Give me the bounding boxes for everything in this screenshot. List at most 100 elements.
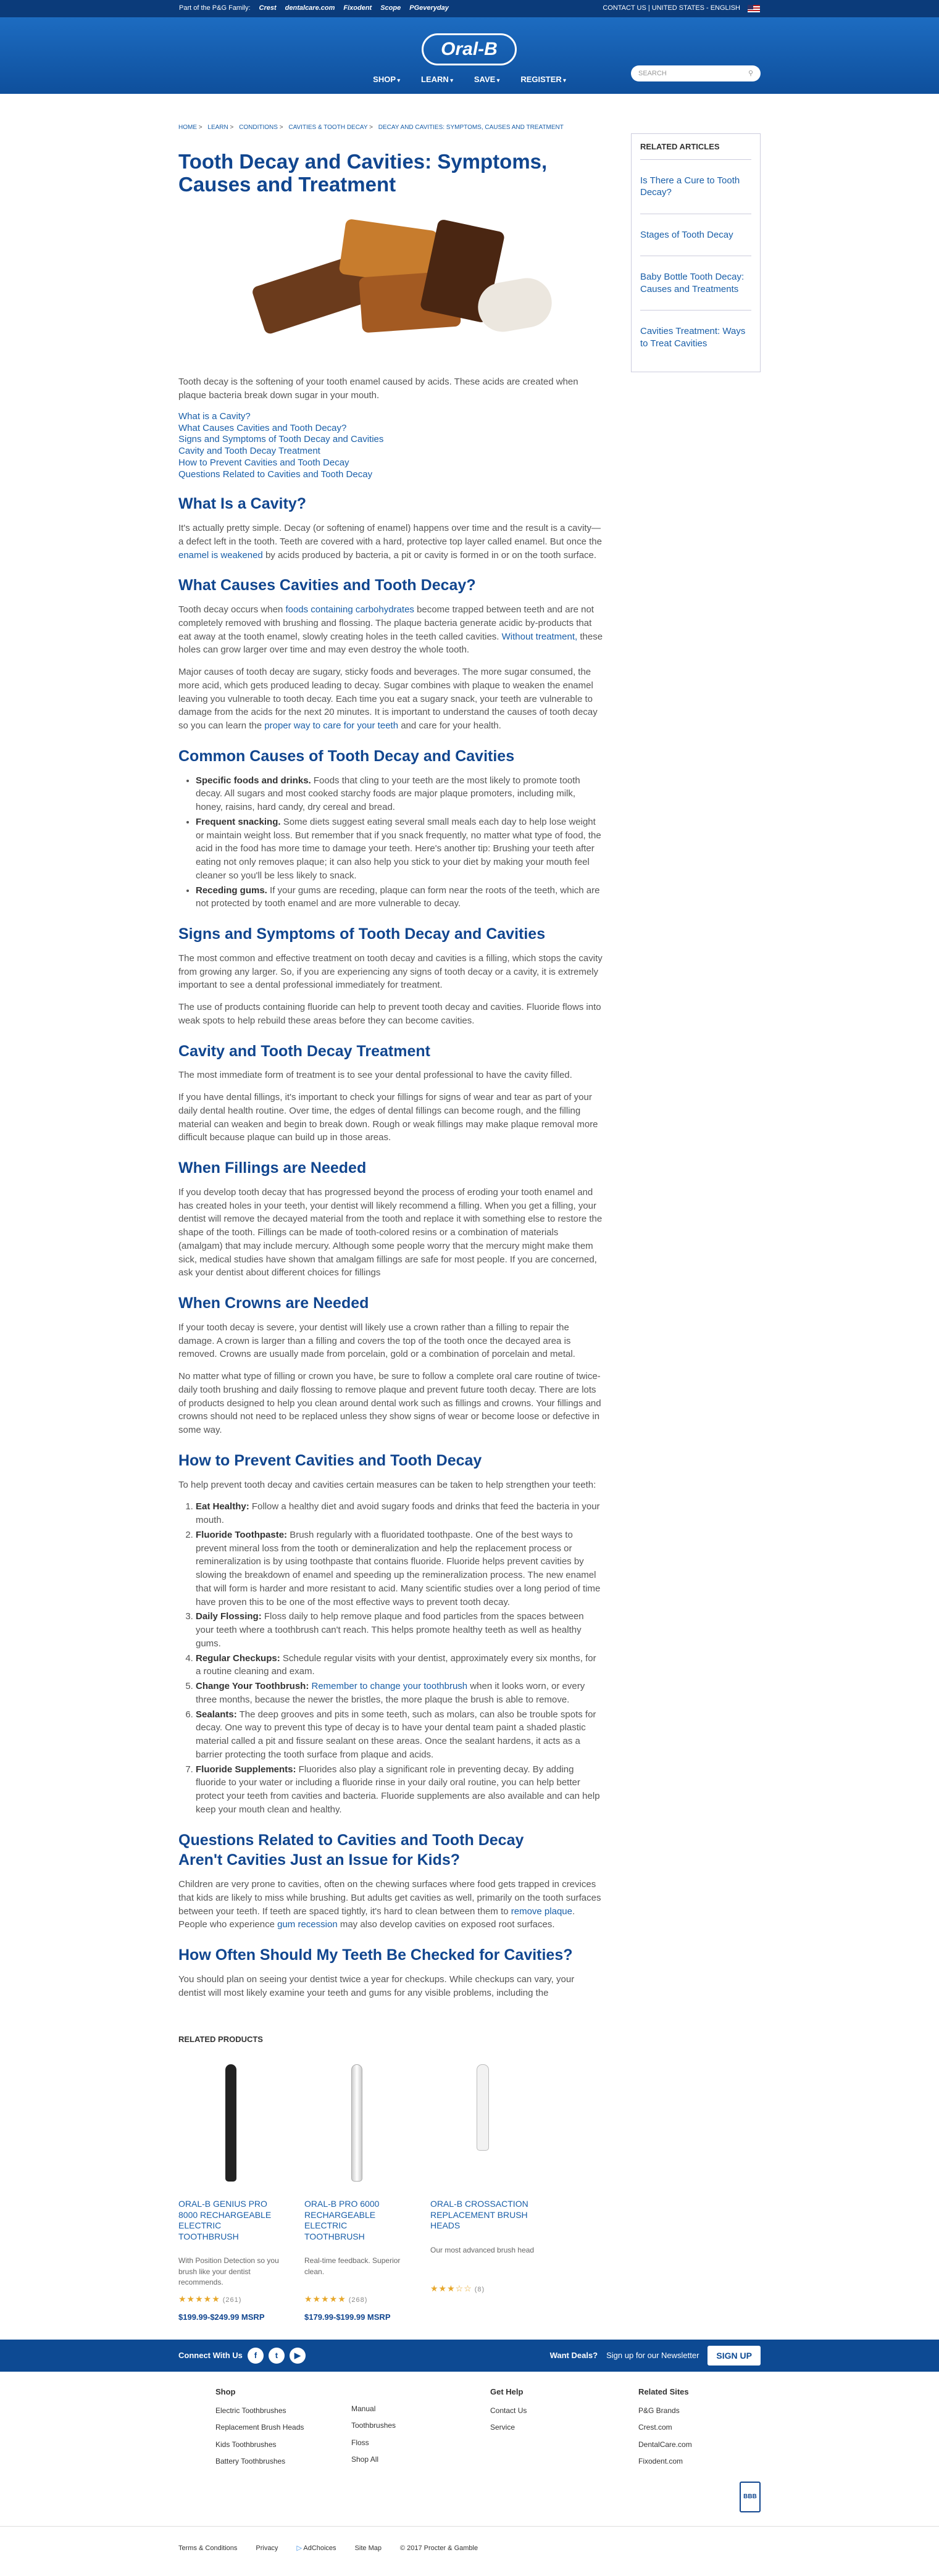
related-article-link[interactable]: Is There a Cure to Tooth Decay? — [640, 160, 751, 214]
article: HOME > LEARN > CONDITIONS > CAVITIES & T… — [178, 94, 604, 2340]
toc-link[interactable]: What is a Cavity? — [178, 411, 604, 423]
product-card[interactable]: ORAL-B CROSSACTION REPLACEMENT BRUSH HEA… — [430, 2058, 535, 2324]
breadcrumb-conditions[interactable]: CONDITIONS — [239, 124, 278, 131]
rating-stars: ★★★★★ (261) — [178, 2294, 242, 2304]
list-item: Specific foods and drinks. Foods that cl… — [196, 774, 604, 814]
brand-link[interactable]: Fixodent — [343, 4, 372, 14]
footer-link[interactable]: Replacement Brush Heads — [215, 2422, 351, 2433]
related-products-title: RELATED PRODUCTS — [178, 2035, 263, 2045]
nav-learn[interactable]: LEARN — [421, 74, 453, 86]
toc-link[interactable]: How to Prevent Cavities and Tooth Decay — [178, 457, 604, 469]
breadcrumb-cavities[interactable]: CAVITIES & TOOTH DECAY — [288, 124, 367, 131]
footer-link[interactable]: Fixodent.com — [638, 2456, 692, 2467]
adchoices-link[interactable]: ▷ AdChoices — [296, 2544, 336, 2554]
footer-link[interactable]: Service — [490, 2422, 638, 2433]
section-heading: When Fillings are Needed — [178, 1159, 367, 1177]
facebook-icon[interactable]: f — [247, 2348, 264, 2364]
nav-save[interactable]: SAVE — [474, 74, 499, 86]
section-heading: When Crowns are Needed — [178, 1294, 369, 1312]
toc-link[interactable]: What Causes Cavities and Tooth Decay? — [178, 423, 604, 435]
deals-label: Want Deals? — [549, 2350, 598, 2360]
footer-link[interactable]: P&G Brands — [638, 2406, 692, 2416]
connect-label: Connect With Us — [178, 2350, 243, 2360]
inline-link[interactable]: gum recession — [277, 1919, 338, 1930]
twitter-icon[interactable]: t — [268, 2348, 285, 2364]
product-name[interactable]: ORAL-B PRO 6000 RECHARGEABLE ELECTRIC TO… — [304, 2199, 409, 2242]
inline-link[interactable]: Without treatment, — [502, 631, 578, 642]
footer-band: Connect With Us f t ▶ Want Deals? Sign u… — [0, 2340, 939, 2372]
footer-link[interactable]: Toothbrushes — [351, 2420, 490, 2431]
paragraph: Tooth decay occurs when foods containing… — [178, 603, 604, 657]
product-image[interactable] — [430, 2058, 535, 2182]
related-article-link[interactable]: Cavities Treatment: Ways to Treat Caviti… — [640, 311, 751, 364]
footer-heading: Shop — [215, 2387, 236, 2396]
paragraph: The use of products containing fluoride … — [178, 1002, 601, 1026]
privacy-link[interactable]: Privacy — [256, 2544, 278, 2554]
inline-link[interactable]: remove plaque — [511, 1906, 572, 1917]
footer-heading: Get Help — [490, 2387, 524, 2396]
terms-link[interactable]: Terms & Conditions — [178, 2544, 237, 2554]
product-name[interactable]: ORAL-B GENIUS PRO 8000 RECHARGEABLE ELEC… — [178, 2199, 283, 2242]
footer-link[interactable]: Shop All — [351, 2454, 490, 2465]
us-flag-icon — [748, 5, 760, 12]
footer-link[interactable]: Crest.com — [638, 2422, 692, 2433]
section-heading: How to Prevent Cavities and Tooth Decay — [178, 1451, 482, 1469]
brand-link[interactable]: dentalcare.com — [285, 4, 335, 14]
related-article-link[interactable]: Baby Bottle Tooth Decay: Causes and Trea… — [640, 256, 751, 311]
text: Tooth decay occurs when — [178, 604, 283, 615]
intro-text: Tooth decay is the softening of your too… — [178, 377, 578, 401]
sitemap-link[interactable]: Site Map — [355, 2544, 382, 2554]
footer-link[interactable]: Contact Us — [490, 2406, 638, 2416]
text: may also develop cavities on exposed roo… — [340, 1919, 555, 1930]
section-heading: Cavity and Tooth Decay Treatment — [178, 1042, 430, 1060]
footer-link[interactable]: Floss — [351, 2438, 490, 2448]
page-title: Tooth Decay and Cavities: Symptoms, Caus… — [178, 149, 548, 196]
toc-link[interactable]: Cavity and Tooth Decay Treatment — [178, 446, 604, 457]
brand-link[interactable]: Crest — [259, 4, 277, 14]
section-heading: Common Causes of Tooth Decay and Cavitie… — [178, 747, 515, 765]
inline-link[interactable]: enamel is weakened — [178, 550, 263, 561]
footer-sites: Related Sites P&G Brands Crest.com Denta… — [638, 2386, 692, 2501]
table-of-contents: What is a Cavity? What Causes Cavities a… — [178, 411, 604, 481]
sign-up-button[interactable]: SIGN UP — [707, 2345, 761, 2366]
section-heading: How Often Should My Teeth Be Checked for… — [178, 1946, 573, 1964]
product-name[interactable]: ORAL-B CROSSACTION REPLACEMENT BRUSH HEA… — [430, 2199, 535, 2232]
bbb-badge-icon[interactable]: BBB — [740, 2482, 761, 2512]
product-image[interactable] — [304, 2058, 409, 2182]
bottom-bar: Terms & Conditions Privacy ▷ AdChoices S… — [0, 2526, 939, 2569]
footer-link[interactable]: Battery Toothbrushes — [215, 2456, 351, 2467]
footer-link[interactable]: DentalCare.com — [638, 2440, 692, 2450]
contact-locale-link[interactable]: CONTACT US | UNITED STATES - ENGLISH — [603, 4, 740, 14]
nav-register[interactable]: REGISTER — [520, 74, 566, 86]
brand-link[interactable]: PGeveryday — [409, 4, 449, 14]
brand-link[interactable]: Scope — [380, 4, 401, 14]
breadcrumb-learn[interactable]: LEARN — [207, 124, 228, 131]
youtube-icon[interactable]: ▶ — [289, 2348, 306, 2364]
breadcrumb: HOME > LEARN > CONDITIONS > CAVITIES & T… — [178, 124, 564, 131]
prevention-list: Eat Healthy: Follow a healthy diet and a… — [196, 1500, 604, 1816]
inline-link[interactable]: Remember to change your toothbrush — [312, 1681, 468, 1691]
paragraph: If you have dental fillings, it's import… — [178, 1092, 598, 1143]
breadcrumb-home[interactable]: HOME — [178, 124, 197, 131]
oral-b-logo[interactable]: Oral-B — [422, 33, 517, 65]
product-card[interactable]: ORAL-B GENIUS PRO 8000 RECHARGEABLE ELEC… — [178, 2058, 283, 2324]
breadcrumb-current: DECAY AND CAVITIES: SYMPTOMS, CAUSES AND… — [378, 124, 564, 131]
paragraph: It's actually pretty simple. Decay (or s… — [178, 522, 604, 562]
product-card[interactable]: ORAL-B PRO 6000 RECHARGEABLE ELECTRIC TO… — [304, 2058, 409, 2324]
product-image[interactable] — [178, 2058, 283, 2182]
inline-link[interactable]: proper way to care for your teeth — [264, 720, 398, 731]
section-subheading: Aren't Cavities Just an Issue for Kids? — [178, 1851, 461, 1869]
inline-link[interactable]: foods containing carbohydrates — [285, 604, 414, 615]
toc-link[interactable]: Signs and Symptoms of Tooth Decay and Ca… — [178, 434, 604, 446]
site-header: Oral-B SEARCH ⚲ SHOP LEARN SAVE REGISTER — [0, 17, 939, 94]
footer-link[interactable]: Manual — [351, 2404, 490, 2414]
related-article-link[interactable]: Stages of Tooth Decay — [640, 214, 751, 257]
footer-link[interactable]: Electric Toothbrushes — [215, 2406, 351, 2416]
footer-link[interactable]: Kids Toothbrushes — [215, 2440, 351, 2450]
main-nav: SHOP LEARN SAVE REGISTER — [0, 74, 939, 86]
toc-link[interactable]: Questions Related to Cavities and Tooth … — [178, 469, 604, 481]
nav-shop[interactable]: SHOP — [373, 74, 400, 86]
section-heading: What Is a Cavity? — [178, 495, 306, 513]
paragraph: The most common and effective treatment … — [178, 952, 603, 991]
family-label: Part of the P&G Family: — [179, 4, 251, 12]
